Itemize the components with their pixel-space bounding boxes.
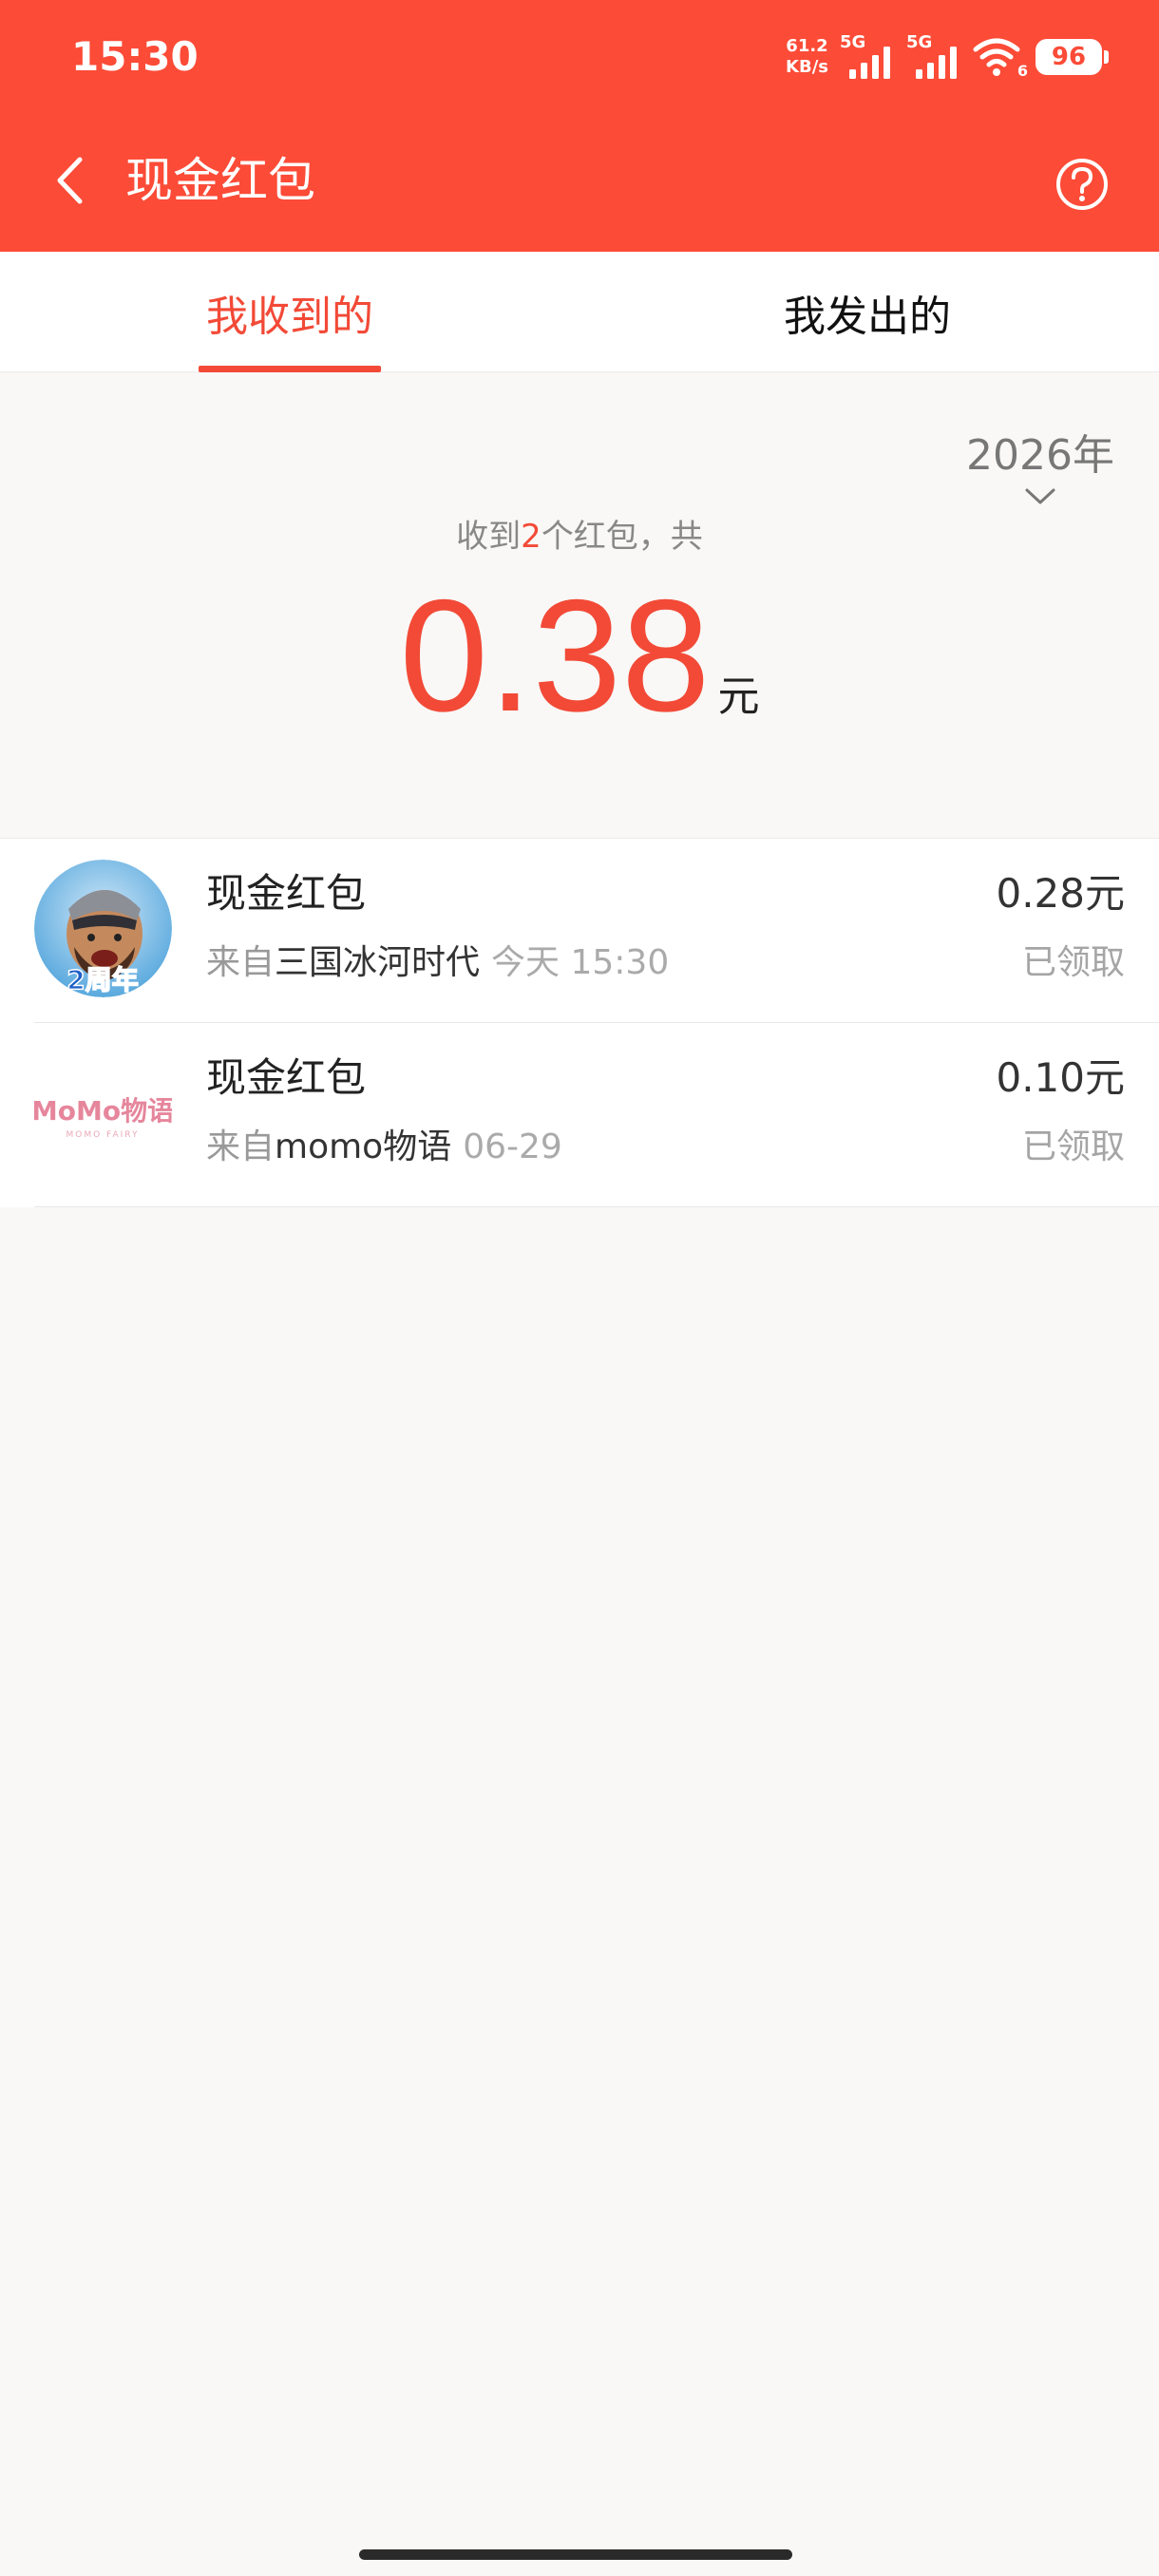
list-item[interactable]: MoMo物语 MOMO FAIRY 现金红包 来自momo物语 06-29 0.1… xyxy=(0,1023,1159,1207)
tab-bar: 我收到的 我发出的 xyxy=(0,252,1159,372)
sim2-signal: 5G xyxy=(906,33,961,81)
help-button[interactable] xyxy=(1054,157,1110,212)
chevron-left-icon xyxy=(57,157,83,204)
list-item[interactable]: 2周年 现金红包 来自三国冰河时代 今天 15:30 0.28元 已领取 xyxy=(0,839,1159,1023)
active-tab-indicator xyxy=(199,366,381,372)
total-amount: 0.38 元 xyxy=(0,570,1159,741)
item-title: 现金红包 xyxy=(206,870,367,917)
item-amount: 0.28元 xyxy=(996,870,1125,917)
network-speed-unit: KB/s xyxy=(786,57,828,77)
item-subtitle: 来自三国冰河时代 今天 15:30 xyxy=(206,939,669,987)
item-time: 06-29 xyxy=(463,1127,562,1166)
wifi-status: 6 xyxy=(973,36,1028,80)
year-label: 2026年 xyxy=(966,431,1114,480)
chevron-down-icon xyxy=(1025,488,1055,504)
question-circle-icon xyxy=(1056,159,1108,210)
avatar: MoMo物语 MOMO FAIRY xyxy=(34,1044,172,1182)
item-status: 已领取 xyxy=(1021,1127,1125,1166)
home-indicator[interactable] xyxy=(359,2549,792,2560)
summary-suffix: 个红包，共 xyxy=(541,518,703,556)
summary-count: 2 xyxy=(521,518,542,556)
item-status: 已领取 xyxy=(1021,943,1125,982)
battery-level: 96 xyxy=(1051,43,1087,71)
item-source: momo物语 xyxy=(275,1127,452,1166)
momo-logo-icon: MoMo物语 MOMO FAIRY xyxy=(34,1095,172,1140)
game-avatar-icon: 2周年 xyxy=(34,860,172,997)
red-packet-list: 2周年 现金红包 来自三国冰河时代 今天 15:30 0.28元 已领取 MoMo… xyxy=(0,838,1159,1207)
item-amount: 0.10元 xyxy=(996,1054,1125,1101)
signal-icon xyxy=(849,47,890,79)
year-selector[interactable]: 2026年 xyxy=(950,427,1130,522)
item-subtitle: 来自momo物语 06-29 xyxy=(206,1124,562,1171)
status-icons: 61.2 KB/s 5G 5G 6 96 xyxy=(786,28,1109,85)
tab-received[interactable]: 我收到的 xyxy=(190,252,390,372)
summary-prefix: 收到 xyxy=(456,518,522,556)
item-source: 三国冰河时代 xyxy=(275,943,481,982)
summary-text: 收到2个红包，共 xyxy=(0,513,1159,560)
app-header: 15:30 61.2 KB/s 5G 5G 6 96 现金红包 xyxy=(0,0,1159,252)
battery-icon: 96 xyxy=(1036,39,1109,75)
page-title: 现金红包 xyxy=(125,153,315,208)
network-speed: 61.2 KB/s xyxy=(786,36,828,78)
status-time: 15:30 xyxy=(71,33,199,80)
avatar-logo: MoMo物语 xyxy=(34,1095,172,1127)
back-button[interactable] xyxy=(46,152,93,209)
avatar-logo-sub: MOMO FAIRY xyxy=(66,1130,140,1140)
signal-icon xyxy=(916,47,957,79)
network-speed-value: 61.2 xyxy=(786,36,828,56)
avatar: 2周年 xyxy=(34,860,172,997)
item-from-prefix: 来自 xyxy=(206,1127,276,1166)
total-amount-value: 0.38 xyxy=(399,566,711,745)
wifi-icon xyxy=(973,38,1020,76)
sim1-signal: 5G xyxy=(840,33,895,81)
avatar-badge: 2周年 xyxy=(66,964,138,995)
item-time: 今天 15:30 xyxy=(491,943,670,982)
item-title: 现金红包 xyxy=(206,1054,367,1101)
total-amount-unit: 元 xyxy=(717,672,760,721)
tab-sent[interactable]: 我发出的 xyxy=(768,252,967,372)
wifi-tag: 6 xyxy=(1016,62,1028,80)
item-from-prefix: 来自 xyxy=(206,943,276,982)
